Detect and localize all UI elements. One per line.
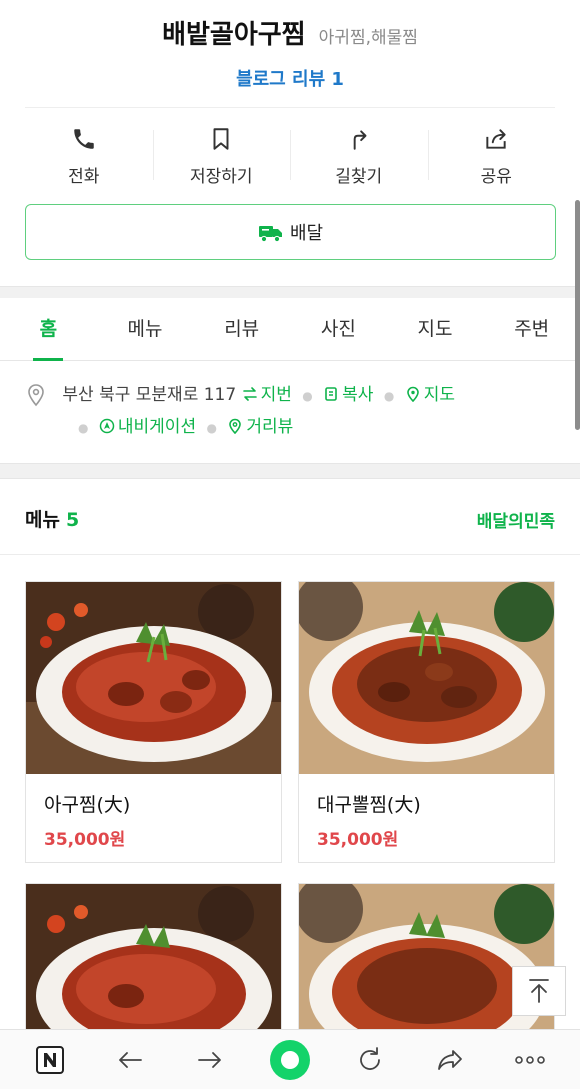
place-category: 아귀찜,해물찜: [318, 28, 418, 48]
place-tabs: 홈 메뉴 리뷰 사진 지도 주변: [0, 298, 580, 361]
delivery-button[interactable]: 배달: [25, 204, 556, 260]
menu-price: 35,000원: [44, 830, 126, 850]
browser-bottom-bar: [0, 1029, 580, 1089]
call-button[interactable]: 전화: [15, 120, 153, 190]
scroll-top-button[interactable]: [512, 966, 566, 1016]
food-photo: [299, 582, 554, 774]
more-button[interactable]: [500, 1035, 560, 1085]
food-photo: [26, 884, 281, 1032]
save-label: 저장하기: [189, 167, 253, 187]
section-spacer: [0, 286, 580, 298]
share-button[interactable]: 공유: [427, 120, 566, 190]
menu-card[interactable]: 아구찜(大) 35,000원: [25, 581, 282, 863]
street-view-icon: [229, 418, 242, 435]
share-page-button[interactable]: [420, 1035, 480, 1085]
street-view-label: 거리뷰: [246, 417, 294, 437]
menu-header: 메뉴 5 배달의민족: [0, 479, 580, 555]
section-spacer: [0, 463, 580, 479]
menu-photo: [26, 884, 281, 1032]
menu-name: 대구뽈찜(大): [317, 794, 421, 816]
menu-photo: [26, 582, 281, 774]
jibun-link[interactable]: 지번: [242, 385, 298, 405]
place-header: 배밭골아구찜 아귀찜,해물찜 블로그 리뷰 1: [0, 0, 580, 107]
navigation-icon: [99, 418, 115, 434]
place-name: 배밭골아구찜: [162, 20, 306, 50]
swap-icon: [242, 387, 257, 401]
map-link[interactable]: 지도: [405, 385, 455, 405]
separator-dot: ●: [302, 389, 313, 403]
green-dot-icon: [270, 1039, 310, 1080]
navigation-link[interactable]: 내비게이션: [99, 417, 202, 437]
arrow-left-icon: [119, 1051, 142, 1068]
copy-icon: [325, 387, 337, 401]
navigation-label: 내비게이션: [117, 417, 197, 437]
menu-card[interactable]: [25, 883, 282, 1033]
directions-icon: [353, 130, 367, 150]
blog-review-link[interactable]: 블로그 리뷰 1: [236, 65, 344, 91]
refresh-button[interactable]: [340, 1035, 400, 1085]
menu-title: 메뉴 5: [25, 505, 79, 532]
tab-photo[interactable]: 사진: [290, 298, 387, 360]
menu-info: 대구뽈찜(大) 35,000원: [299, 774, 554, 862]
forward-button[interactable]: [180, 1035, 240, 1085]
phone-icon: [74, 129, 94, 149]
tab-home[interactable]: 홈: [0, 298, 97, 361]
map-pin-icon: [406, 386, 419, 403]
directions-button[interactable]: 길찾기: [290, 120, 428, 190]
menu-info: 아구찜(大) 35,000원: [26, 774, 281, 862]
menu-photo: [299, 582, 554, 774]
baemin-link[interactable]: 배달의민족: [477, 507, 555, 532]
share-label: 공유: [480, 167, 512, 187]
jibun-label: 지번: [260, 385, 292, 405]
food-photo: [26, 582, 281, 774]
header-divider: [25, 107, 555, 108]
scrollbar[interactable]: [575, 200, 580, 430]
menu-name: 아구찜(大): [44, 794, 131, 816]
separator-dot: ●: [78, 421, 89, 435]
menu-count: 5: [65, 509, 80, 531]
directions-label: 길찾기: [335, 167, 383, 187]
tab-menu[interactable]: 메뉴: [97, 298, 194, 360]
more-icon: [515, 1055, 545, 1064]
delivery-truck-icon: [258, 226, 282, 243]
separator-dot: ●: [383, 389, 395, 403]
menu-card[interactable]: 대구뽈찜(大) 35,000원: [298, 581, 555, 863]
tab-review[interactable]: 리뷰: [193, 298, 290, 360]
arrow-up-icon: [529, 979, 549, 1003]
address-section: 부산 북구 모분재로 117 지번 ● 복사 ● 지도 ● 내비게이션 ● 거리…: [25, 380, 560, 444]
back-button[interactable]: [100, 1035, 160, 1085]
naver-home-button[interactable]: [20, 1035, 80, 1085]
refresh-icon: [360, 1046, 380, 1070]
action-bar: 전화 저장하기 길찾기 공유: [15, 120, 565, 190]
green-dot-button[interactable]: [260, 1035, 320, 1085]
location-pin-icon: [28, 384, 44, 407]
address-text: 부산 북구 모분재로 117: [62, 385, 237, 405]
copy-label: 복사: [342, 385, 374, 405]
tab-nearby[interactable]: 주변: [483, 298, 580, 360]
call-label: 전화: [68, 167, 100, 187]
menu-price: 35,000원: [317, 830, 399, 850]
menu-title-text: 메뉴: [25, 509, 60, 531]
copy-link[interactable]: 복사: [323, 385, 379, 405]
tab-map[interactable]: 지도: [387, 298, 484, 360]
share-arrow-icon: [438, 1049, 462, 1070]
bookmark-icon: [213, 128, 229, 150]
arrow-right-icon: [198, 1051, 221, 1068]
separator-dot: ●: [206, 421, 217, 435]
place-title-row: 배밭골아구찜 아귀찜,해물찜: [0, 20, 580, 53]
share-icon: [486, 129, 506, 149]
save-button[interactable]: 저장하기: [152, 120, 291, 190]
map-label: 지도: [423, 385, 456, 405]
street-view-link[interactable]: 거리뷰: [227, 417, 293, 437]
naver-logo-icon: [36, 1045, 64, 1074]
delivery-label: 배달: [289, 223, 324, 244]
